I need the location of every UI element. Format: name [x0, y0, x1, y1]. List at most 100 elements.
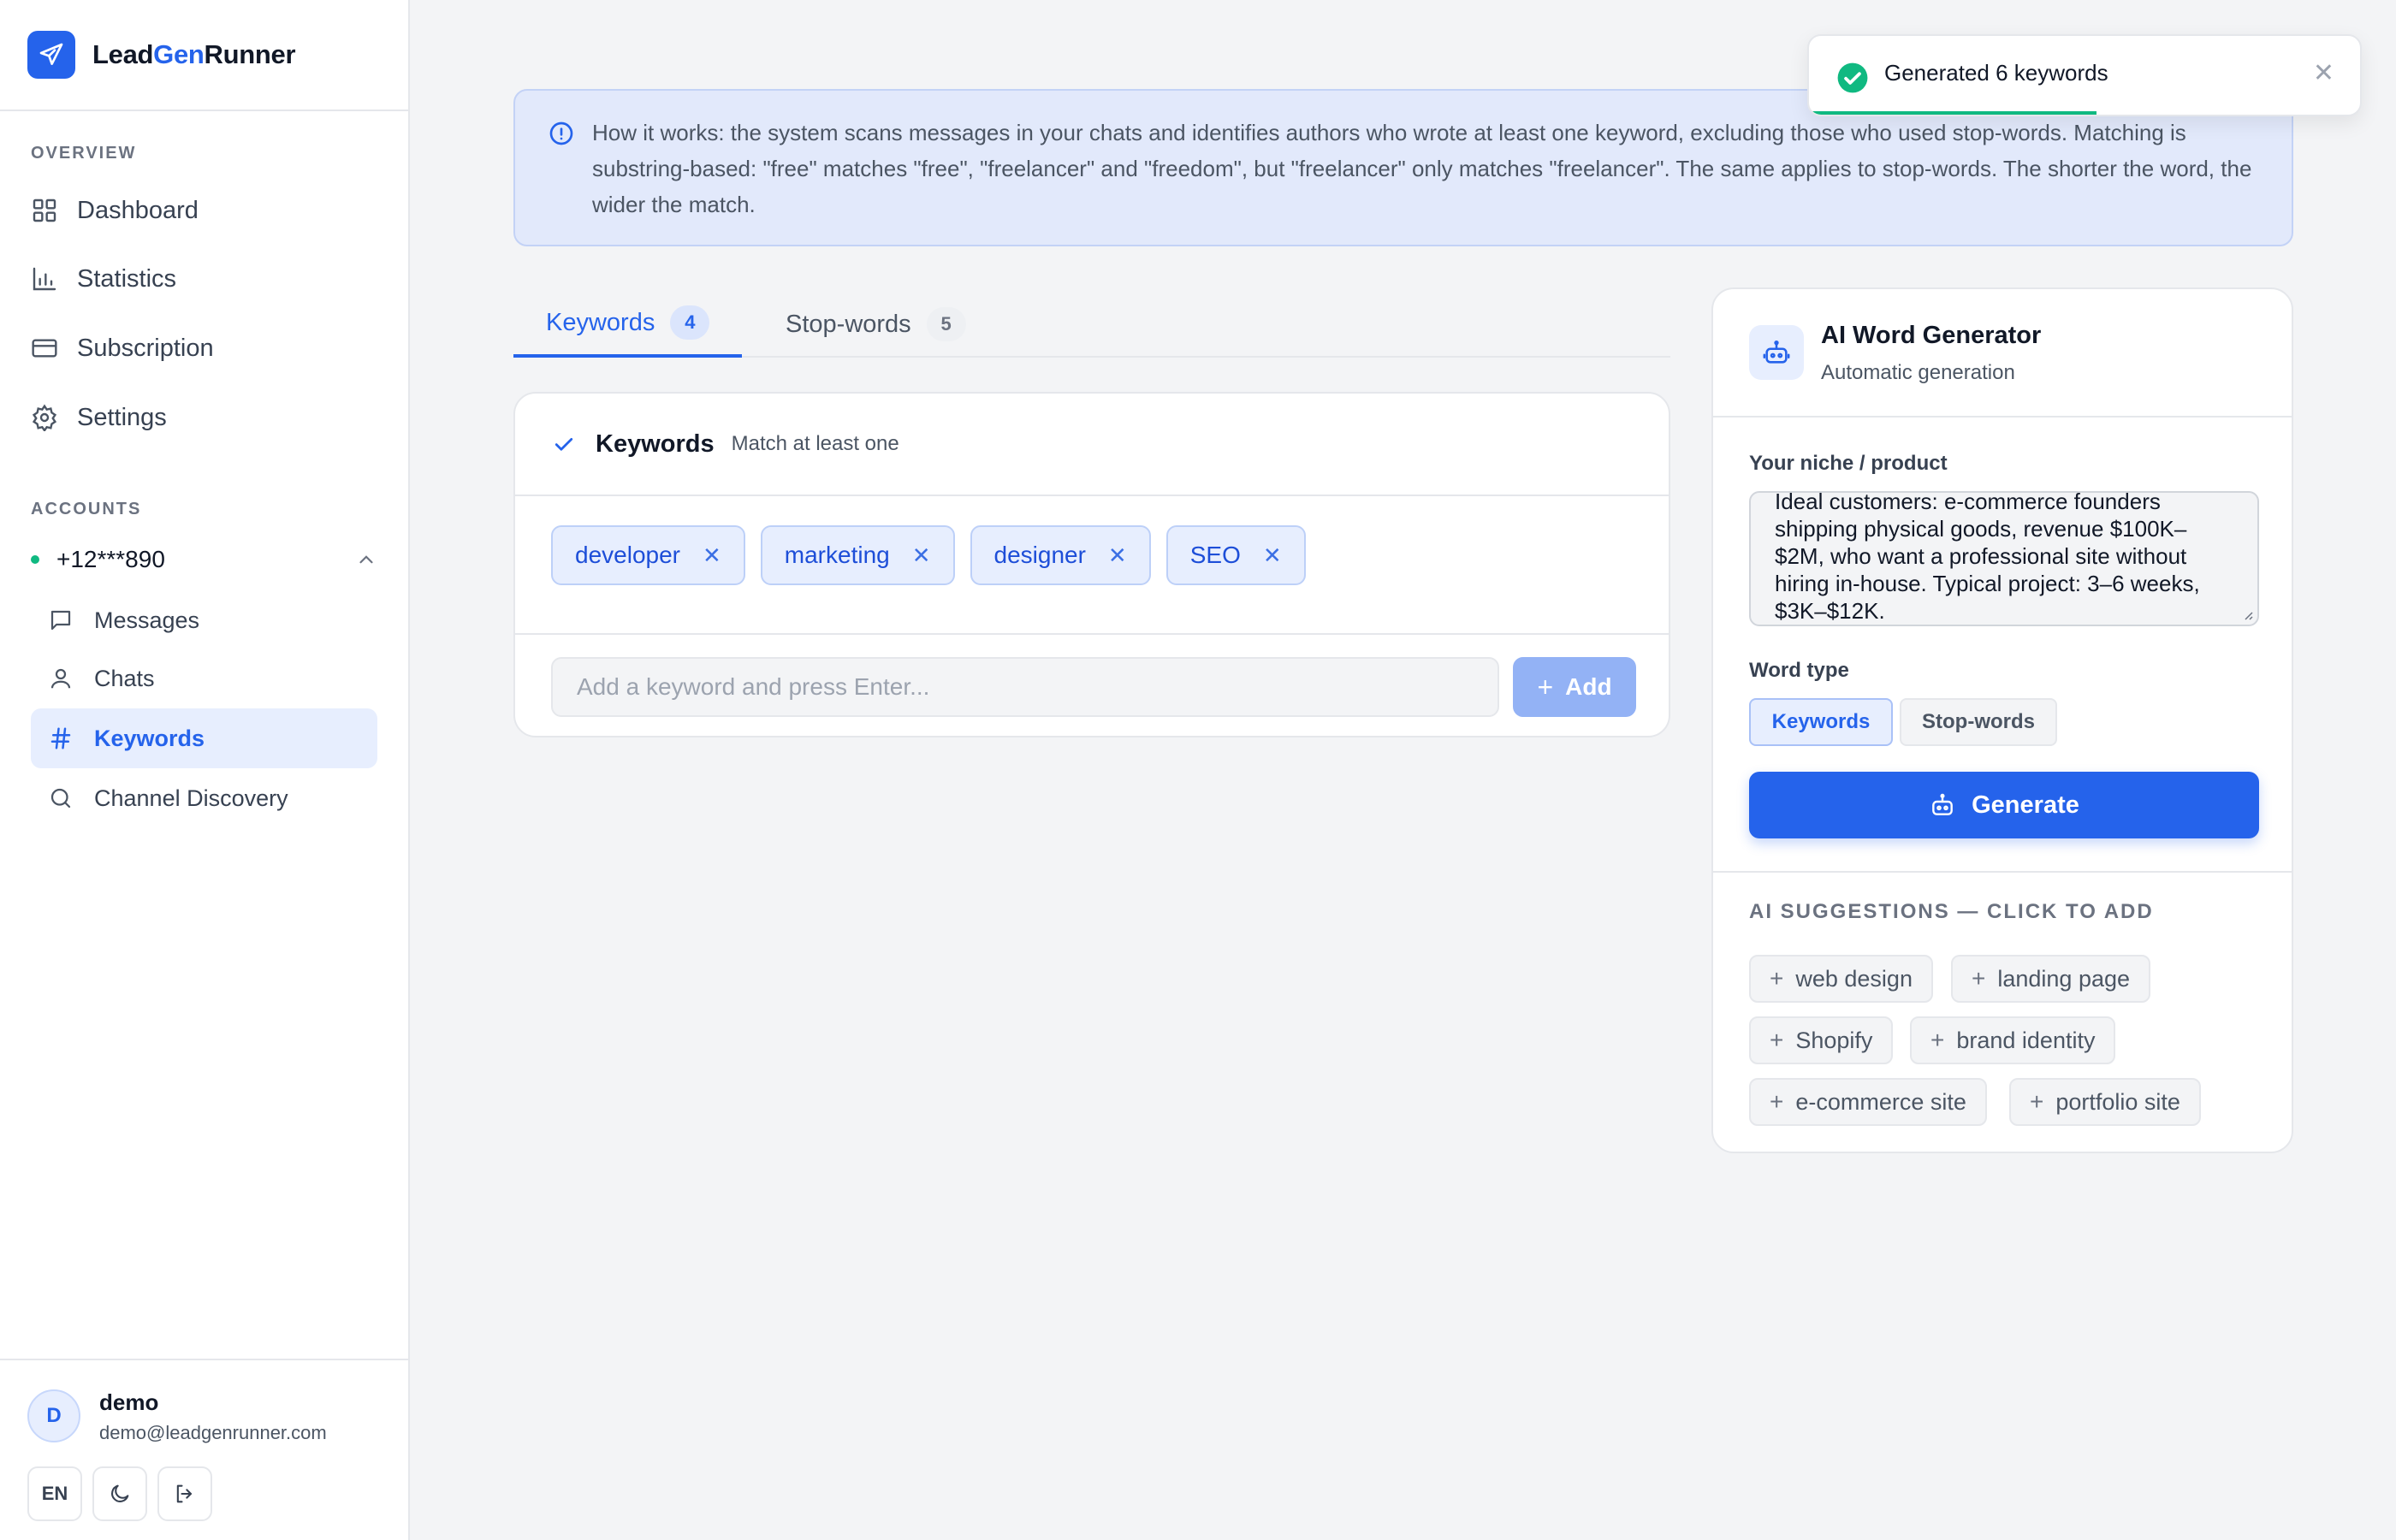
plus-icon: + — [1770, 1027, 1784, 1053]
keywords-card-subtitle: Match at least one — [731, 432, 899, 455]
ai-card-subtitle: Automatic generation — [1821, 361, 2015, 384]
niche-textarea[interactable]: Ideal customers: e-commerce founders shi… — [1749, 491, 2259, 626]
brand[interactable]: LeadGenRunner — [0, 0, 408, 111]
nav-statistics[interactable]: Statistics — [31, 250, 377, 308]
nav-subscription[interactable]: Subscription — [31, 319, 377, 377]
word-type-label: Word type — [1749, 659, 1849, 682]
nav-settings-label: Settings — [77, 403, 167, 431]
divider — [515, 633, 1669, 635]
keywords-card-title: Keywords — [596, 429, 715, 458]
word-type-keywords-option[interactable]: Keywords — [1749, 698, 1893, 746]
remove-icon[interactable]: ✕ — [703, 542, 721, 569]
user-icon — [50, 668, 71, 689]
keyword-chip-label: SEO — [1189, 542, 1241, 568]
keyword-chip[interactable]: designer ✕ — [970, 525, 1151, 585]
suggestion-label: e-commerce site — [1795, 1088, 1966, 1115]
ai-card-title: AI Word Generator — [1821, 322, 2042, 349]
sidebar-item-label: Keywords — [94, 725, 205, 751]
add-button-label: Add — [1565, 673, 1612, 700]
keywords-card-header: Keywords Match at least one — [515, 394, 1669, 496]
suggestion-label: web design — [1795, 965, 1913, 992]
tab-count: 4 — [670, 305, 710, 340]
close-icon[interactable]: ✕ — [2313, 58, 2334, 88]
word-tabs: Keywords 4 Stop-words 5 — [513, 291, 1670, 358]
plus-icon: + — [1770, 1088, 1784, 1115]
suggestions-title: AI SUGGESTIONS — CLICK TO ADD — [1749, 900, 2154, 923]
plus-icon: + — [2030, 1088, 2044, 1115]
plus-icon: + — [1930, 1027, 1945, 1053]
nav-settings[interactable]: Settings — [31, 388, 377, 447]
sidebar-item-label: Messages — [94, 607, 200, 633]
account-toggle[interactable]: +12***890 — [31, 536, 377, 583]
hash-icon — [50, 727, 71, 749]
success-toast: Generated 6 keywords ✕ — [1807, 34, 2362, 116]
tab-keywords[interactable]: Keywords 4 — [513, 291, 743, 358]
robot-icon — [1932, 793, 1953, 815]
logout-button[interactable] — [157, 1466, 212, 1521]
accounts-section-title: ACCOUNTS — [31, 500, 142, 518]
paper-plane-icon — [27, 31, 75, 79]
suggestion-chip[interactable]: + brand identity — [1910, 1016, 2116, 1064]
keywords-card: Keywords Match at least one developer ✕ m… — [513, 392, 1670, 737]
plus-icon: + — [1537, 671, 1554, 702]
keyword-chip[interactable]: SEO ✕ — [1165, 525, 1306, 585]
ai-card-header: AI Word Generator Automatic generation — [1713, 289, 2292, 418]
sidebar-item-channel-discovery[interactable]: Channel Discovery — [31, 768, 377, 828]
keyword-chip-label: marketing — [784, 542, 890, 568]
user-email: demo@leadgenrunner.com — [99, 1422, 327, 1443]
niche-label: Your niche / product — [1749, 452, 1948, 475]
plus-icon: + — [1972, 965, 1986, 992]
logout-icon — [176, 1484, 193, 1503]
sidebar-item-chats[interactable]: Chats — [31, 649, 377, 708]
chevron-up-icon — [359, 555, 373, 564]
nav-dashboard[interactable]: Dashboard — [31, 181, 377, 240]
keyword-input[interactable]: Add a keyword and press Enter... — [551, 657, 1499, 717]
toast-message: Generated 6 keywords — [1884, 60, 2108, 86]
tab-label: Stop-words — [786, 310, 911, 338]
keyword-chip-label: developer — [575, 542, 680, 568]
suggestion-chip[interactable]: + Shopify — [1749, 1016, 1894, 1064]
resize-handle-icon[interactable] — [2240, 607, 2254, 621]
suggestion-chip[interactable]: + web design — [1749, 955, 1933, 1003]
sidebar-item-label: Channel Discovery — [94, 785, 288, 811]
online-status-dot — [31, 555, 39, 564]
suggestion-label: brand identity — [1956, 1027, 2096, 1053]
keyword-chip-label: designer — [993, 542, 1086, 568]
word-type-stop-words-option[interactable]: Stop-words — [1900, 698, 2057, 746]
suggestion-chip[interactable]: + landing page — [1951, 955, 2151, 1003]
sidebar: LeadGenRunner OVERVIEW Dashboard Statist… — [0, 0, 410, 1540]
theme-toggle-button[interactable] — [92, 1466, 147, 1521]
gear-icon — [32, 404, 57, 431]
sidebar-item-keywords[interactable]: Keywords — [31, 708, 377, 768]
search-icon — [50, 788, 71, 808]
sidebar-item-messages[interactable]: Messages — [31, 590, 377, 650]
toast-progress-bar — [1809, 111, 2096, 115]
bar-chart-icon — [33, 267, 56, 291]
generate-button-label: Generate — [1972, 791, 2079, 819]
tab-stop-words[interactable]: Stop-words 5 — [753, 291, 999, 358]
nav-subscription-label: Subscription — [77, 334, 214, 362]
user-name: demo — [99, 1389, 159, 1415]
remove-icon[interactable]: ✕ — [1108, 542, 1127, 569]
remove-icon[interactable]: ✕ — [1263, 542, 1282, 569]
keyword-chip[interactable]: developer ✕ — [551, 525, 745, 585]
generate-button[interactable]: Generate — [1749, 772, 2259, 838]
app-name: LeadGenRunner — [92, 39, 296, 69]
suggestion-label: portfolio site — [2055, 1088, 2180, 1115]
niche-text: Ideal customers: e-commerce founders shi… — [1775, 491, 2200, 624]
suggestion-label: Shopify — [1795, 1027, 1873, 1053]
keyword-chip[interactable]: marketing ✕ — [760, 525, 955, 585]
suggestion-chip[interactable]: + e-commerce site — [1749, 1078, 1987, 1126]
avatar[interactable]: D — [27, 1389, 80, 1442]
info-icon — [549, 121, 573, 145]
language-button[interactable]: EN — [27, 1466, 82, 1521]
sidebar-item-label: Chats — [94, 665, 155, 691]
nav-statistics-label: Statistics — [77, 264, 177, 293]
ai-generator-card: AI Word Generator Automatic generation Y… — [1711, 287, 2293, 1153]
credit-card-icon — [32, 339, 57, 358]
remove-icon[interactable]: ✕ — [912, 542, 931, 569]
suggestion-chip[interactable]: + portfolio site — [2009, 1078, 2201, 1126]
info-text: How it works: the system scans messages … — [592, 120, 2252, 217]
add-keyword-button[interactable]: + Add — [1513, 657, 1636, 717]
divider — [1713, 871, 2292, 873]
